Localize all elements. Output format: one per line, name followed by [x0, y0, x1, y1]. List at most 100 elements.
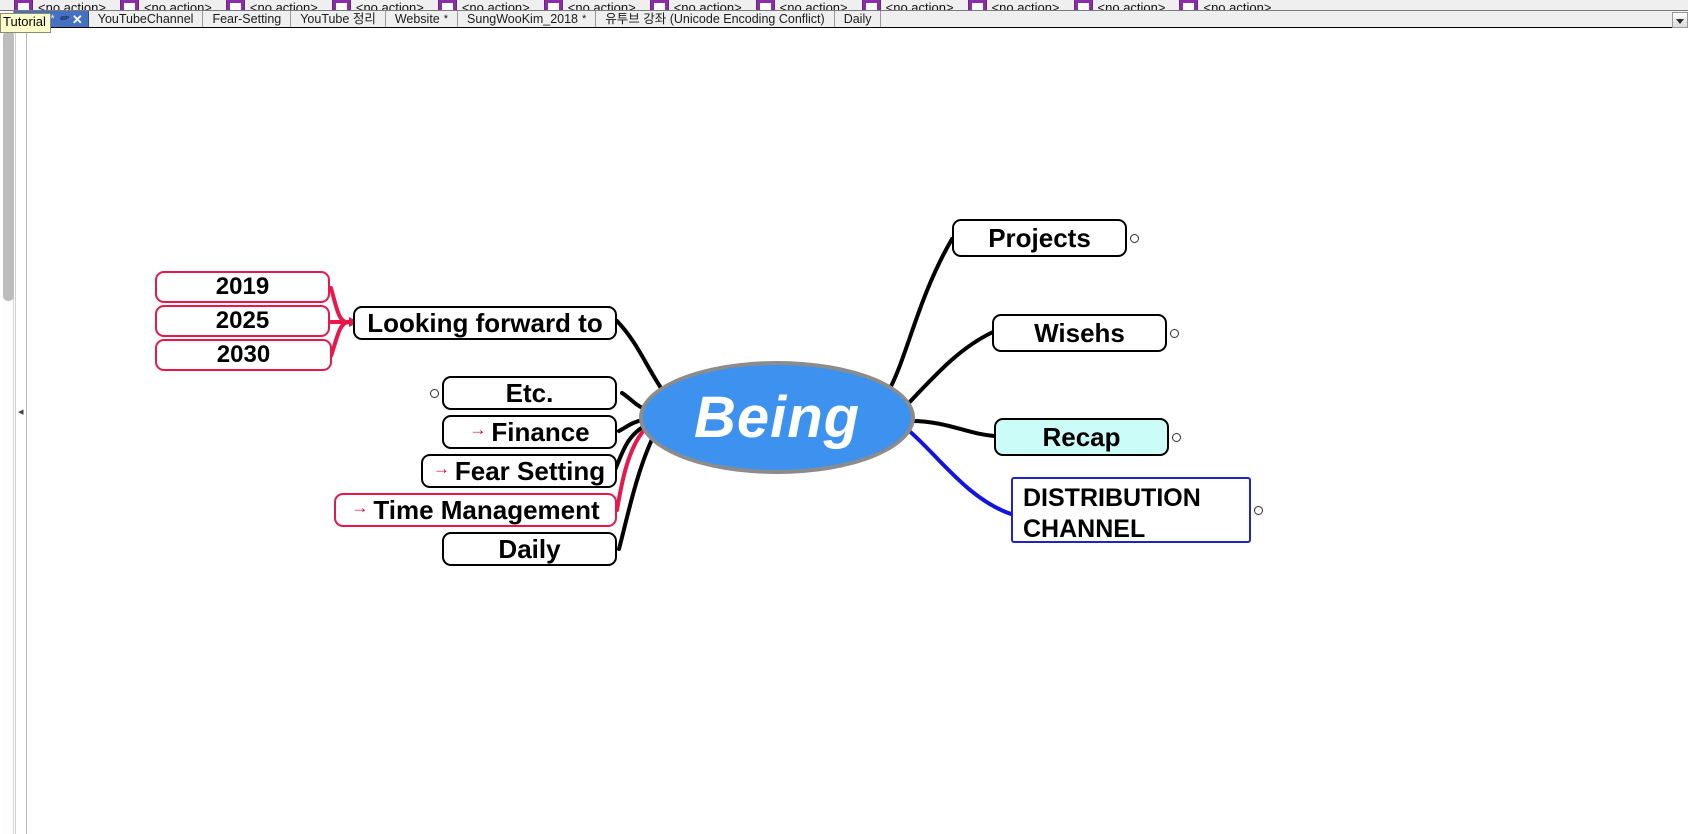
tab-unicode-encoding-conflict[interactable]: 유투브 강좌 (Unicode Encoding Conflict) — [596, 11, 835, 27]
tab-label: Fear-Setting — [212, 11, 282, 26]
tab-sungwookim-2018[interactable]: SungWooKim_2018 * — [458, 11, 597, 27]
link-arrow-icon[interactable]: → — [351, 499, 368, 516]
tab-website[interactable]: Website * — [385, 11, 459, 27]
plugin-icon — [649, 0, 669, 10]
tab-strip: EWK*✐✕YouTubeChannelFear-SettingYouTube … — [14, 11, 882, 27]
node-year-2025[interactable]: 2025 — [155, 305, 330, 337]
central-node-label: Being — [693, 385, 861, 450]
tab-modified-indicator: * — [443, 12, 449, 25]
node-label: Finance — [491, 417, 590, 447]
node-year-2030[interactable]: 2030 — [155, 339, 332, 371]
node-finance[interactable]: → Finance — [442, 415, 617, 449]
tab-bar: EWK*✐✕YouTubeChannelFear-SettingYouTube … — [0, 11, 1688, 28]
collapse-toggle-icon[interactable] — [430, 388, 439, 398]
tab-label: SungWooKim_2018 — [467, 11, 579, 26]
toolbar-item-label: <no action> — [779, 2, 848, 11]
node-wisehs[interactable]: Wisehs — [992, 314, 1179, 352]
plugin-icon — [543, 0, 563, 10]
panel-splitter[interactable]: ◂ — [15, 29, 26, 834]
node-label: Projects — [988, 223, 1091, 253]
toolbar-item[interactable]: <no action> — [649, 0, 742, 11]
edge-being-time-management — [615, 427, 647, 512]
plugin-icon — [225, 0, 245, 10]
link-arrow-icon[interactable]: → — [433, 460, 450, 477]
toolbar-item[interactable]: <no action> — [543, 0, 636, 11]
tab-fear-setting[interactable]: Fear-Setting — [203, 11, 292, 27]
node-looking-forward-to[interactable]: Looking forward to — [353, 306, 617, 340]
node-label: Etc. — [505, 378, 554, 408]
plugin-icon — [755, 0, 775, 10]
toolbar-item[interactable]: <no action> — [119, 0, 212, 11]
link-arrow-icon[interactable]: → — [469, 421, 486, 438]
node-etc[interactable]: Etc. — [430, 376, 617, 410]
toolbar-item-label: <no action> — [673, 2, 742, 11]
node-label: Time Management — [373, 495, 600, 525]
node-label: Fear Setting — [454, 456, 606, 486]
mindmap-canvas[interactable]: Being Looking forward to Etc. → Finance → Fea… — [27, 29, 1688, 834]
plugin-icon — [437, 0, 457, 10]
edge-looking-forward-to-2030 — [329, 320, 351, 358]
tab-youtubechannel[interactable]: YouTubeChannel — [88, 11, 204, 27]
edge-being-daily — [617, 431, 657, 551]
plugin-icon — [14, 0, 33, 10]
pin-icon[interactable]: ✐ — [56, 11, 70, 26]
tab-label: YouTube 정리 — [300, 11, 376, 26]
node-recap[interactable]: Recap — [994, 418, 1181, 456]
plugin-icon — [331, 0, 351, 10]
collapse-toggle-icon[interactable] — [1130, 233, 1139, 243]
edge-being-recap — [909, 419, 997, 438]
toolbar-item-label: <no action> — [355, 2, 424, 11]
toolbar-item-label: <no action> — [143, 2, 212, 11]
tab-daily[interactable]: Daily — [834, 11, 882, 27]
toolbar-item[interactable]: <no action> — [861, 0, 954, 10]
central-node-being[interactable]: Being — [639, 361, 915, 474]
toolbar-item[interactable]: <no action> — [331, 0, 424, 11]
toolbar-item[interactable]: <no action> — [14, 0, 106, 10]
edge-being-projects — [885, 237, 954, 396]
node-label: Wisehs — [1034, 318, 1125, 348]
toolbar-item[interactable]: <no action> — [1179, 0, 1271, 10]
tab-label: 유투브 강좌 (Unicode Encoding Conflict) — [605, 11, 825, 26]
node-fear-setting[interactable]: → Fear Setting — [421, 454, 617, 488]
mindmap-application-window: <no action> <no action> <no action> <no act… — [0, 0, 1688, 834]
toolbar-item[interactable]: <no action> — [755, 0, 848, 11]
edge-being-fear-setting — [613, 423, 649, 472]
tooltip: Tutorial — [0, 13, 51, 33]
node-projects[interactable]: Projects — [952, 219, 1139, 257]
tab-youtube[interactable]: YouTube 정리 — [291, 11, 386, 27]
toolbar-item[interactable]: <no action> — [225, 0, 318, 11]
node-daily[interactable]: Daily — [442, 532, 617, 566]
left-gutter: ◂ — [0, 29, 27, 834]
collapse-toggle-icon[interactable] — [1254, 505, 1263, 515]
tab-scroll-down-button[interactable] — [1672, 12, 1688, 28]
close-icon[interactable]: ✕ — [72, 13, 83, 26]
toolbar-item-label: <no action> — [1097, 2, 1166, 11]
collapse-toggle-icon[interactable] — [1170, 328, 1179, 338]
edge-being-looking-forward-to — [615, 319, 669, 399]
plugin-icon — [1073, 0, 1093, 10]
node-time-management[interactable]: → Time Management — [334, 493, 617, 527]
tab-modified-indicator: * — [582, 12, 587, 25]
node-label: Looking forward to — [367, 308, 603, 338]
vertical-scrollbar-thumb[interactable] — [3, 31, 14, 301]
splitter-grip-icon[interactable]: ◂ — [18, 407, 24, 418]
node-label: 2025 — [215, 307, 270, 334]
toolbar-item[interactable]: <no action> — [437, 0, 530, 11]
node-label-line-1: DISTRIBUTION — [1023, 484, 1201, 512]
node-label: Recap — [1042, 422, 1121, 452]
toolbar-item-label: <no action> — [1203, 2, 1272, 11]
toolbar-item-label: <no action> — [567, 2, 636, 11]
tab-label: Daily — [843, 11, 872, 26]
node-label: Daily — [498, 534, 561, 564]
node-year-2019[interactable]: 2019 — [155, 271, 330, 303]
toolbar-item[interactable]: <no action> — [1073, 0, 1166, 11]
toolbar-item-label: <no action> — [249, 2, 318, 11]
collapse-toggle-icon[interactable] — [1172, 432, 1181, 442]
toolbar-item-label: <no action> — [38, 2, 106, 11]
node-distribution-channel[interactable]: DISTRIBUTION CHANNEL — [1011, 477, 1263, 543]
tab-modified-indicator: * — [50, 12, 55, 25]
toolbar-item-label: <no action> — [461, 2, 530, 11]
plugin-icon — [1179, 0, 1199, 10]
vertical-scrollbar[interactable] — [3, 29, 14, 834]
toolbar-item[interactable]: <no action> — [967, 0, 1060, 10]
